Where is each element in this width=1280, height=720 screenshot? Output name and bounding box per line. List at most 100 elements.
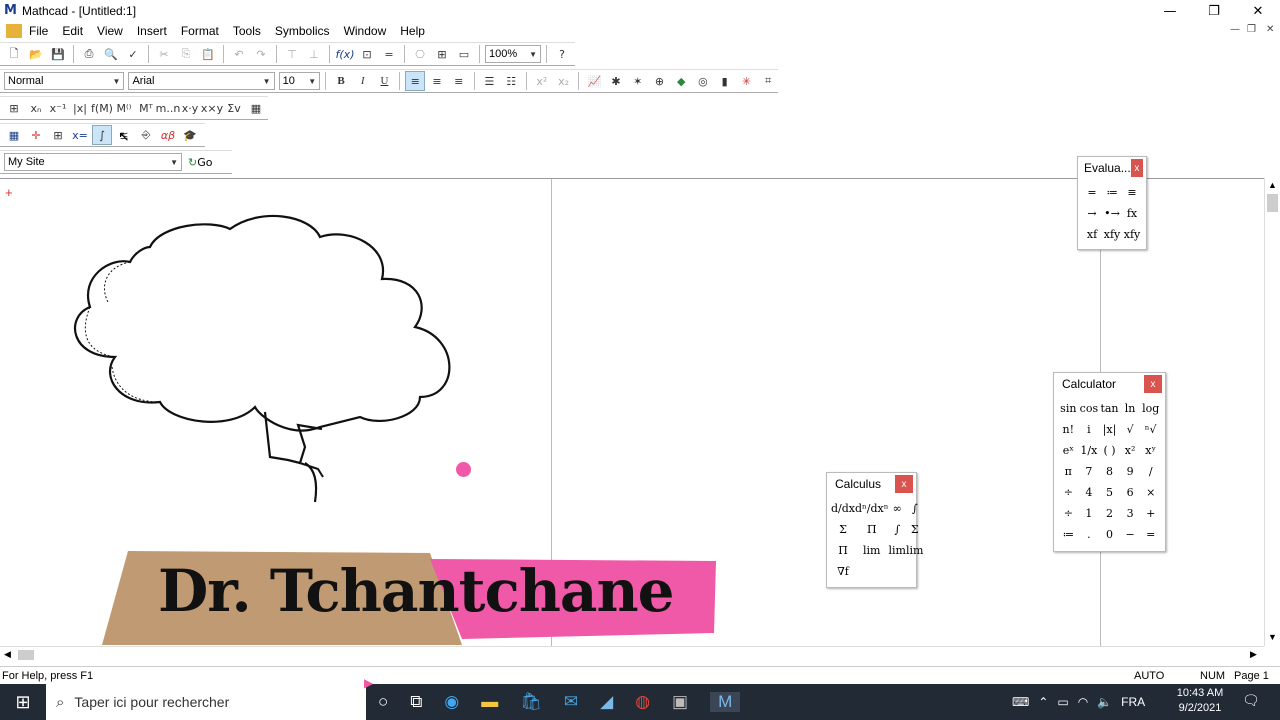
clock[interactable]: 10:43 AM 9/2/2021 xyxy=(1170,686,1230,716)
numbering-icon[interactable]: ☷ xyxy=(501,71,521,91)
cut-icon[interactable]: ✂ xyxy=(154,44,174,64)
calculus-palette-button[interactable]: ∫ xyxy=(906,498,923,519)
transpose-icon[interactable]: Mᵀ xyxy=(136,98,156,118)
font-select[interactable]: Arial ▼ xyxy=(128,72,275,90)
scroll-right-icon[interactable]: ▶ xyxy=(1250,649,1257,660)
calculator-palette-button[interactable]: 8 xyxy=(1099,461,1120,482)
evaluation-palette-button[interactable]: fx xyxy=(1122,203,1142,224)
calculator-palette-button[interactable]: eˣ xyxy=(1058,440,1079,461)
mail-icon[interactable]: ✉ xyxy=(564,692,578,712)
hscroll-thumb[interactable] xyxy=(18,650,34,660)
save-icon[interactable]: 💾 xyxy=(48,44,68,64)
calculus-palette-button[interactable]: d/dx xyxy=(831,498,855,519)
menu-insert[interactable]: Insert xyxy=(130,24,174,38)
language-indicator[interactable]: FRA xyxy=(1121,695,1145,709)
new-icon[interactable]: 🗋 xyxy=(4,44,24,64)
calculus-palette-button[interactable]: dⁿ/dxⁿ xyxy=(855,498,889,519)
greek-toolbar-icon[interactable]: αβ xyxy=(158,125,178,145)
subscript-index-icon[interactable]: xₙ xyxy=(26,98,46,118)
scatter-plot-icon[interactable]: ✳ xyxy=(737,71,757,91)
align-left-icon[interactable]: ≡ xyxy=(405,71,426,91)
calculator-palette-button[interactable]: 5 xyxy=(1099,482,1120,503)
copy-icon[interactable]: ⎘ xyxy=(176,44,196,64)
matrix-toolbar-icon[interactable]: ⊞ xyxy=(48,125,68,145)
italic-button[interactable]: I xyxy=(353,71,373,91)
calculator-palette-button[interactable]: log xyxy=(1140,398,1161,419)
calculator-toolbar-icon[interactable]: ▦ xyxy=(4,125,24,145)
align-center-icon[interactable]: ≡ xyxy=(427,71,447,91)
bullets-icon[interactable]: ☰ xyxy=(480,71,500,91)
calculator-palette-button[interactable]: − xyxy=(1120,524,1141,545)
symbolic-toolbar-icon[interactable]: 🎓 xyxy=(180,125,200,145)
calculator-palette-button[interactable]: . xyxy=(1079,524,1100,545)
evaluation-palette-button[interactable]: → xyxy=(1082,203,1102,224)
calculator-palette-button[interactable]: i xyxy=(1079,419,1100,440)
zoom-select[interactable]: 100% ▼ xyxy=(485,45,541,63)
range-icon[interactable]: m..n xyxy=(156,98,181,118)
calculator-palette-button[interactable]: ÷ xyxy=(1058,503,1079,524)
notifications-icon[interactable]: 🗨 xyxy=(1242,692,1260,709)
menu-help[interactable]: Help xyxy=(393,24,432,38)
calculator-palette-button[interactable]: 4 xyxy=(1079,482,1100,503)
bar-plot-icon[interactable]: ▮ xyxy=(715,71,735,91)
evaluation-palette-button[interactable]: xfy xyxy=(1122,224,1142,245)
file-explorer-icon[interactable]: ▬ xyxy=(481,692,498,712)
calculator-palette-button[interactable]: ( ) xyxy=(1099,440,1120,461)
battery-icon[interactable]: ▭ xyxy=(1057,695,1068,709)
underline-button[interactable]: U xyxy=(375,71,395,91)
evaluation-palette-button[interactable]: = xyxy=(1082,182,1102,203)
vertical-scrollbar[interactable]: ▲ ▼ xyxy=(1264,178,1280,646)
doc-minimize-icon[interactable]: — xyxy=(1230,24,1240,35)
evaluation-palette-button[interactable]: xfy xyxy=(1102,224,1122,245)
calculus-palette-button[interactable]: Π xyxy=(831,540,855,561)
calculator-palette-button[interactable]: xʸ xyxy=(1140,440,1161,461)
scroll-up-icon[interactable]: ▲ xyxy=(1268,180,1277,190)
calculator-palette-button[interactable]: x² xyxy=(1120,440,1141,461)
menu-window[interactable]: Window xyxy=(337,24,394,38)
print-icon[interactable]: ⎙ xyxy=(79,44,99,64)
picture-icon[interactable]: ▦ xyxy=(246,98,266,118)
calculator-palette-button[interactable]: 1 xyxy=(1079,503,1100,524)
calculator-palette-button[interactable]: sin xyxy=(1058,398,1079,419)
plot-wizard-icon[interactable]: ⌗ xyxy=(758,71,778,91)
print-preview-icon[interactable]: 🔍 xyxy=(101,44,121,64)
matrix-graph-icon[interactable]: ✱ xyxy=(606,71,626,91)
calculator-palette-button[interactable]: 9 xyxy=(1120,461,1141,482)
chrome-icon[interactable]: ◍ xyxy=(635,692,650,712)
evaluation-palette-button[interactable]: ≔ xyxy=(1102,182,1122,203)
menu-symbolics[interactable]: Symbolics xyxy=(268,24,337,38)
scroll-down-icon[interactable]: ▼ xyxy=(1268,632,1277,642)
site-select[interactable]: My Site ▼ xyxy=(4,153,182,171)
style-select[interactable]: Normal ▼ xyxy=(4,72,125,90)
calculus-palette-button[interactable]: ∫ xyxy=(889,519,906,540)
edge-icon[interactable]: ◉ xyxy=(444,692,459,712)
menu-edit[interactable]: Edit xyxy=(55,24,90,38)
calculator-palette-button[interactable]: = xyxy=(1140,524,1161,545)
calculator-palette-button[interactable]: 7 xyxy=(1079,461,1100,482)
calculus-palette-button[interactable]: lim xyxy=(906,540,923,561)
restore-icon[interactable]: ❐ xyxy=(1192,0,1236,22)
menu-tools[interactable]: Tools xyxy=(226,24,268,38)
calculator-palette-button[interactable]: + xyxy=(1140,503,1161,524)
mathcad-taskbar-icon[interactable]: M xyxy=(710,692,741,712)
align-right-icon[interactable]: ≡ xyxy=(449,71,469,91)
close-icon[interactable]: ✕ xyxy=(1236,0,1280,22)
scroll-left-icon[interactable]: ◀ xyxy=(4,649,11,660)
superscript-icon[interactable]: x² xyxy=(532,71,552,91)
minimize-icon[interactable]: — xyxy=(1148,0,1192,22)
calculator-palette-button[interactable]: tan xyxy=(1099,398,1120,419)
paste-icon[interactable]: 📋 xyxy=(198,44,218,64)
calculus-close-icon[interactable]: x xyxy=(895,475,913,493)
scroll-thumb[interactable] xyxy=(1267,194,1278,212)
wifi-icon[interactable]: ◠ xyxy=(1078,695,1088,709)
matrix-icon[interactable]: ⊞ xyxy=(4,98,24,118)
bold-button[interactable]: B xyxy=(331,71,351,91)
evaluation-toolbar-icon[interactable]: x= xyxy=(70,125,90,145)
calculator-palette-button[interactable]: ⁿ√ xyxy=(1140,419,1161,440)
task-view-icon[interactable]: ⧉ xyxy=(410,692,422,712)
menu-view[interactable]: View xyxy=(90,24,130,38)
help-icon[interactable]: ? xyxy=(552,44,572,64)
cross-product-icon[interactable]: x×y xyxy=(201,98,223,118)
redo-icon[interactable]: ↷ xyxy=(251,44,271,64)
calculus-palette-button[interactable]: Π xyxy=(855,519,889,540)
